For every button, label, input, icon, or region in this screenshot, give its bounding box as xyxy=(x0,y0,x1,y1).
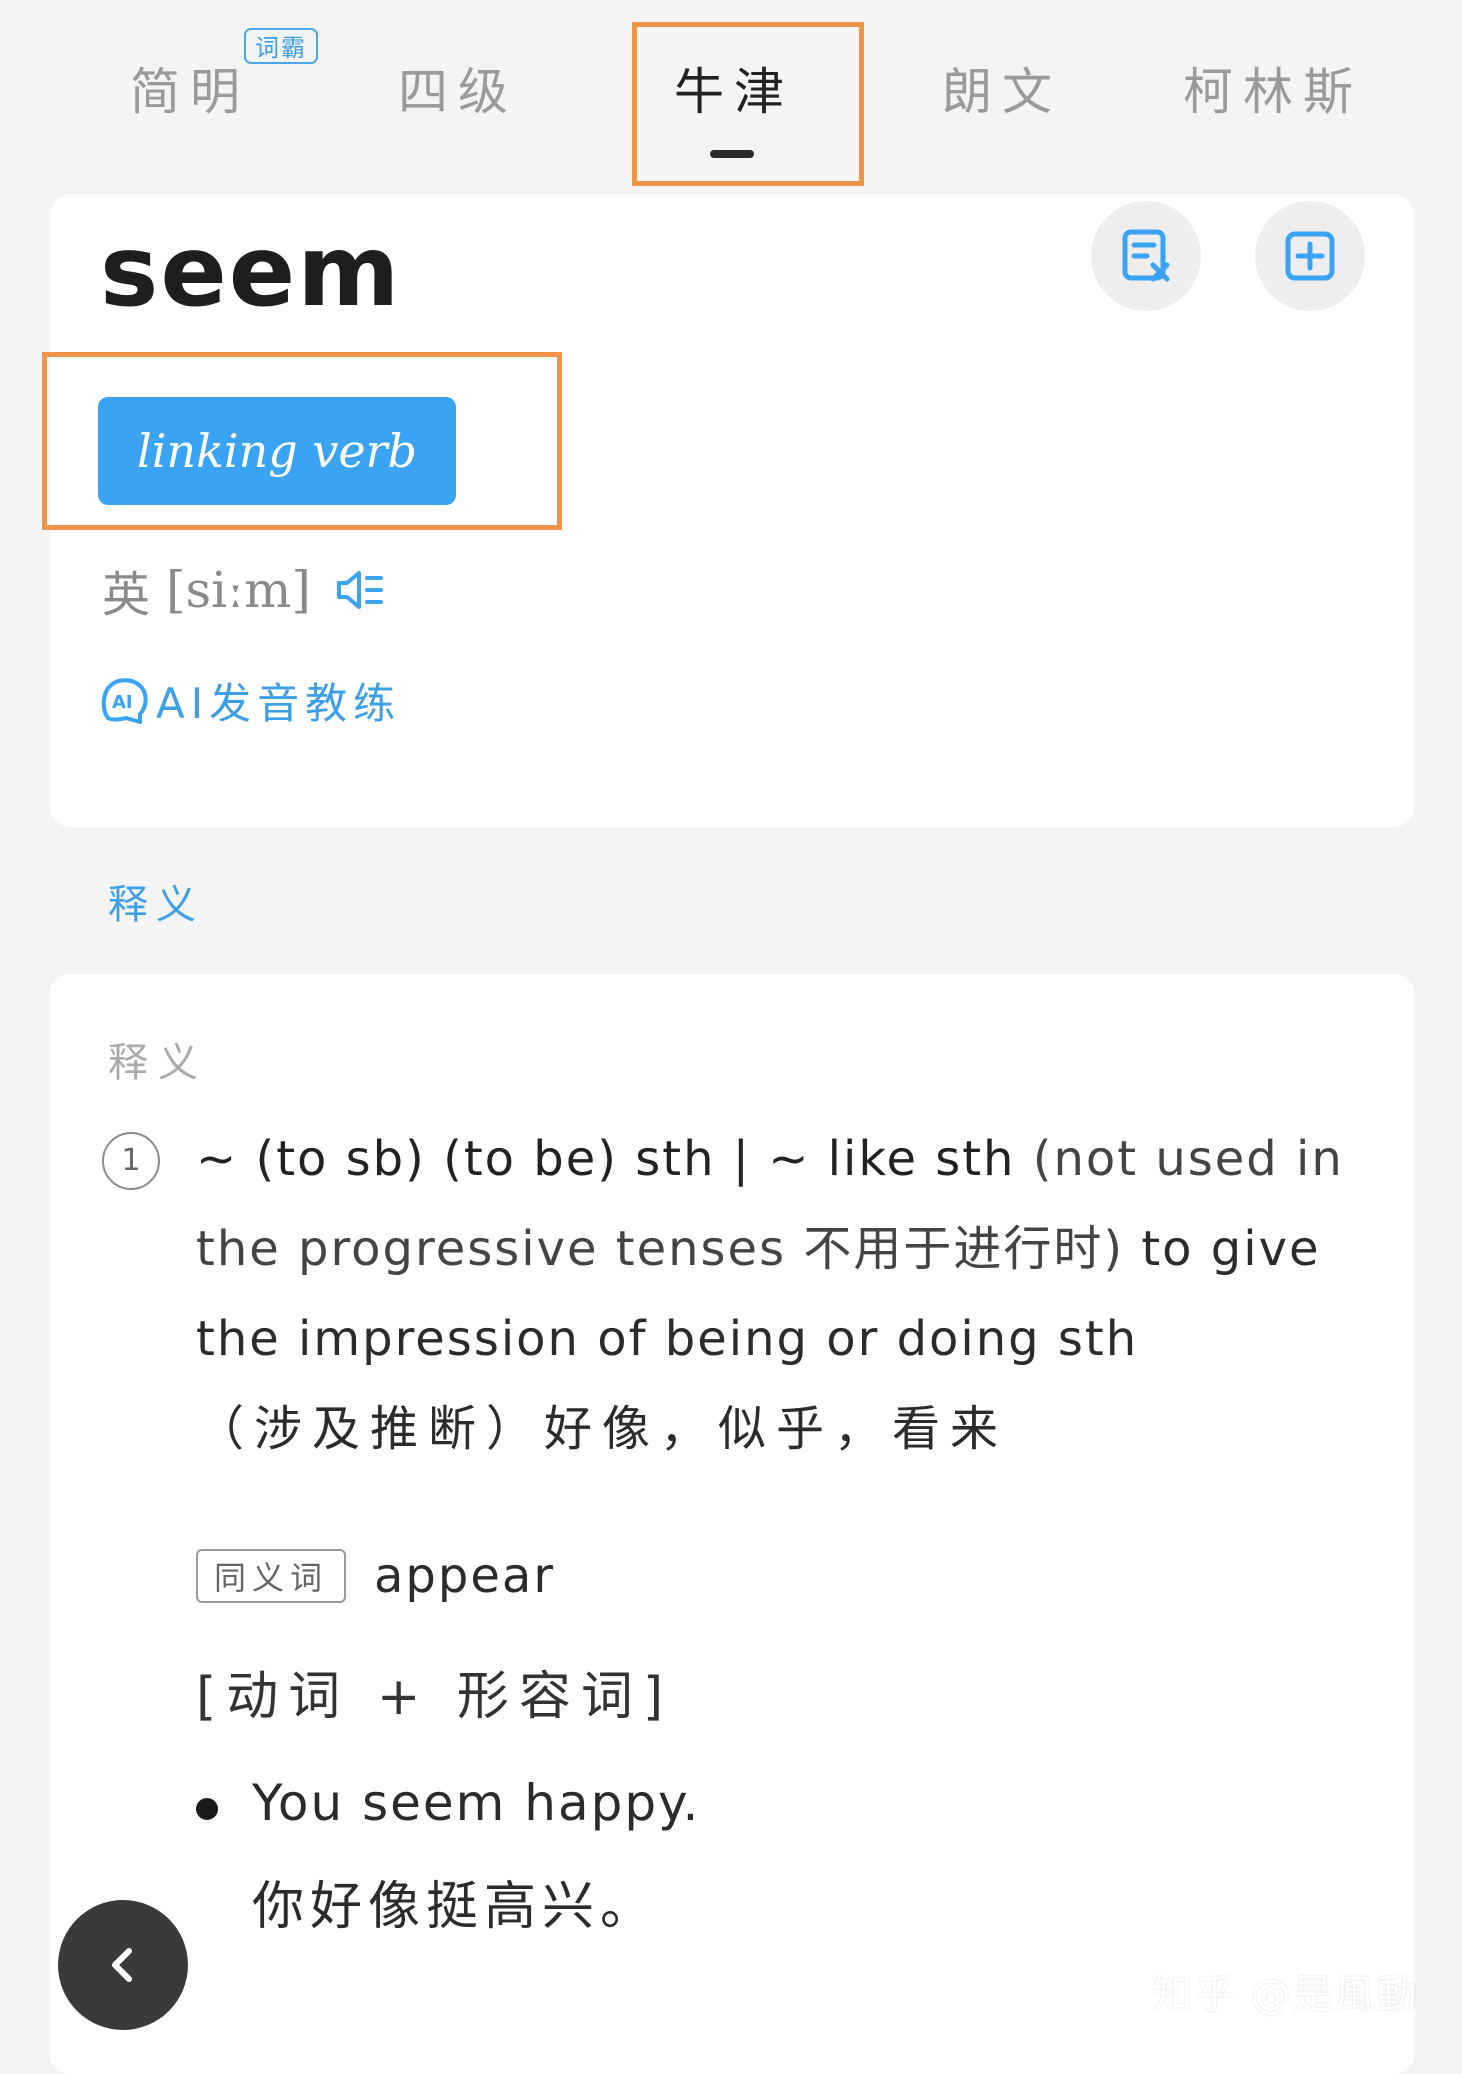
tab-label: 朗文 xyxy=(942,63,1062,121)
dictionary-tabs: 简明 词霸 四级 牛津 朗文 柯林斯 xyxy=(0,0,1462,190)
tab-concise[interactable]: 简明 xyxy=(120,52,260,132)
phonetic-region: 英 xyxy=(102,567,151,623)
definition-cn: （涉及推断）好像，似乎，看来 xyxy=(196,1401,1009,1457)
phonetic-row: 英 [siːm] xyxy=(102,555,387,625)
ai-coach-icon: AI xyxy=(101,678,148,724)
tab-highlight-annotation xyxy=(632,22,864,186)
synonym-row: 同义词 appear xyxy=(196,1546,555,1606)
ai-pronunciation-coach-link[interactable]: AI AI发音教练 xyxy=(98,665,401,735)
example-en: You seem happy. xyxy=(252,1774,701,1832)
definition-card: 释义 1 ~ (to sb) (to be) sth | ~ like sth … xyxy=(50,974,1414,2074)
synonym-word[interactable]: appear xyxy=(374,1548,555,1604)
svg-text:AI: AI xyxy=(112,692,133,713)
phonetic-text: [siːm] xyxy=(166,561,311,619)
synonym-tag: 同义词 xyxy=(196,1549,347,1603)
speaker-icon[interactable] xyxy=(333,566,387,614)
back-button[interactable] xyxy=(58,1900,188,2030)
bullet-icon xyxy=(196,1798,218,1820)
sense-number: 1 xyxy=(102,1132,160,1190)
tab-cet4[interactable]: 四级 xyxy=(388,52,528,132)
wordlist-remove-button[interactable] xyxy=(1091,201,1201,311)
grammar-structure: [动词 + 形容词] xyxy=(196,1667,674,1727)
tab-label: 简明 xyxy=(130,63,250,121)
tab-label: 四级 xyxy=(398,63,518,121)
headword: seem xyxy=(100,215,402,329)
ai-coach-label: AI发音教练 xyxy=(156,678,402,728)
chevron-left-icon xyxy=(112,1948,132,1982)
definition-heading: 释义 xyxy=(108,1040,208,1086)
add-to-wordbook-button[interactable] xyxy=(1255,201,1365,311)
watermark: 知乎 @是風動 xyxy=(1152,1972,1419,2018)
wordlist-remove-icon xyxy=(1122,229,1170,282)
add-to-wordbook-icon xyxy=(1285,231,1335,281)
section-label-definitions[interactable]: 释义 xyxy=(108,872,204,930)
example-cn: 你好像挺高兴。 xyxy=(252,1877,659,1937)
grammar-pattern: ~ (to sb) (to be) sth | ~ like sth xyxy=(196,1131,1016,1187)
tab-longman[interactable]: 朗文 xyxy=(932,52,1072,132)
pos-highlight-annotation xyxy=(42,352,562,530)
tab-collins[interactable]: 柯林斯 xyxy=(1168,52,1378,132)
definition-body: ~ (to sb) (to be) sth | ~ like sth (not … xyxy=(196,1114,1396,1474)
tab-label: 柯林斯 xyxy=(1183,63,1363,121)
ciba-badge: 词霸 xyxy=(244,28,318,64)
